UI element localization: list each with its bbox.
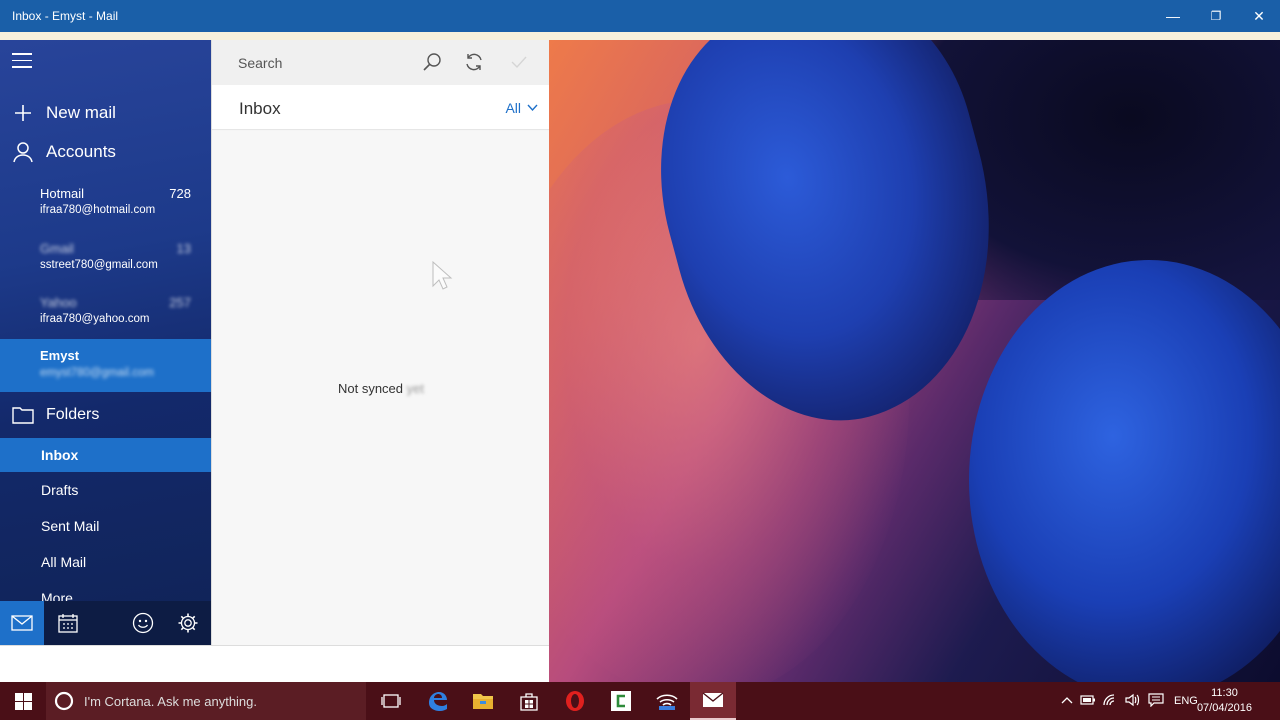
cortana-search-box[interactable]: I'm Cortana. Ask me anything. [46,682,366,720]
folder-header: Inbox All [212,85,550,130]
empty-state-text: Not synced yet [212,381,550,396]
folder-title: Inbox [239,99,281,118]
account-name: Yahoo [40,295,77,310]
mouse-pointer-icon [432,261,453,290]
network-app-icon[interactable] [644,682,690,720]
navigation-pane: New mail Accounts Hotmail 728 ifraa780@h… [0,40,211,645]
clock[interactable]: 11:30 07/04/2016 [1197,686,1252,716]
account-email: ifraa780@yahoo.com [40,313,150,325]
wifi-icon[interactable] [1100,693,1122,709]
clock-time: 11:30 [1211,687,1238,699]
account-name: Gmail [40,241,74,256]
folder-item-all-mail[interactable]: All Mail [0,545,211,579]
new-mail-label: New mail [46,103,116,122]
account-item-hotmail[interactable]: Hotmail 728 ifraa780@hotmail.com [0,180,211,230]
account-item-yahoo[interactable]: Yahoo 257 ifraa780@yahoo.com [0,289,211,339]
window-title: Inbox - Emyst - Mail [12,9,119,23]
task-view-icon[interactable] [368,682,414,720]
account-name: Hotmail [40,186,85,201]
search-bar[interactable]: Search [212,40,550,85]
reading-pane-background-image [549,40,1280,682]
not-synced-text: Not synced [337,381,404,396]
unread-count: 257 [169,295,191,310]
folder-icon [0,406,46,424]
person-icon [0,141,46,163]
plus-icon [0,104,46,122]
taskbar: I'm Cortana. Ask me anything. ENG 11:30 … [0,682,1280,720]
settings-gear-icon[interactable] [166,601,210,645]
status-band [0,645,549,682]
account-email: ifraa780@hotmail.com [40,204,156,216]
title-bar-divider [0,32,1280,40]
unread-count: 13 [176,241,191,256]
unread-count: 728 [169,186,191,201]
title-bar: Inbox - Emyst - Mail — ❐ ✕ [0,0,1280,32]
feedback-smiley-icon[interactable] [121,601,165,645]
folder-item-drafts[interactable]: Drafts [0,473,211,507]
cortana-circle-icon [54,691,74,711]
maximize-button[interactable]: ❐ [1195,0,1237,32]
sync-icon[interactable] [463,51,485,73]
account-item-emyst[interactable]: Emyst emyst780@gmail.com [0,339,211,392]
search-input[interactable]: Search [238,55,282,71]
calendar-icon[interactable] [46,601,90,645]
chevron-down-icon [527,104,538,112]
accounts-label: Accounts [46,142,116,161]
folder-item-sent-mail[interactable]: Sent Mail [0,509,211,543]
minimize-button[interactable]: — [1152,0,1194,32]
message-list: Not synced yet [212,131,550,645]
show-hidden-icons-chevron-icon[interactable] [1058,695,1076,707]
folder-item-inbox[interactable]: Inbox [0,438,211,472]
cortana-placeholder: I'm Cortana. Ask me anything. [84,693,258,709]
new-mail-button[interactable]: New mail [0,96,211,130]
language-indicator[interactable]: ENG [1174,695,1198,707]
store-icon[interactable] [506,682,552,720]
mail-app-taskbar-icon[interactable] [690,682,736,720]
windows-start-icon[interactable] [0,682,46,720]
hamburger-menu-icon[interactable] [12,53,34,69]
edge-browser-icon[interactable] [414,682,460,720]
account-email: emyst780@gmail.com [40,367,154,379]
app-switcher-bar [0,601,211,645]
filter-dropdown[interactable]: All [505,100,538,116]
filter-label: All [505,100,521,116]
not-synced-text-blurred: yet [406,381,424,396]
system-tray: ENG [1058,682,1198,720]
opera-browser-icon[interactable] [552,682,598,720]
clock-date: 07/04/2016 [1196,702,1252,714]
search-icon[interactable] [421,51,443,73]
account-name: Emyst [40,348,80,363]
file-explorer-icon[interactable] [460,682,506,720]
camtasia-app-icon[interactable] [598,682,644,720]
battery-icon[interactable] [1076,694,1100,708]
message-list-pane: Search Inbox All Not synced yet [211,40,550,645]
action-center-icon[interactable] [1144,692,1168,710]
mail-icon[interactable] [0,601,44,645]
folders-label: Folders [46,406,100,423]
account-email: sstreet780@gmail.com [40,259,158,271]
select-mode-icon[interactable] [508,51,530,73]
folders-button[interactable]: Folders [0,398,211,432]
accounts-button[interactable]: Accounts [0,135,211,169]
account-item-gmail[interactable]: Gmail 13 sstreet780@gmail.com [0,235,211,285]
volume-icon[interactable] [1122,693,1144,710]
close-button[interactable]: ✕ [1238,0,1280,32]
